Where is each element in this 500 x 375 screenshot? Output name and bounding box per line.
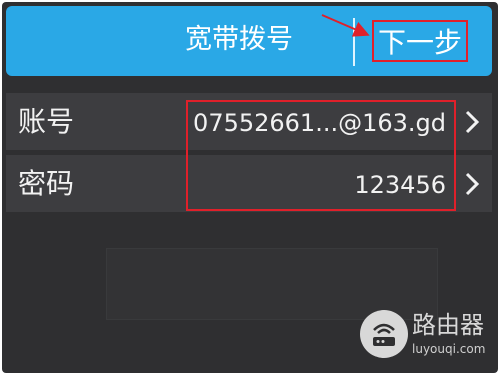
account-label: 账号 xyxy=(18,105,75,138)
account-value: 07552661...@163.gd xyxy=(193,109,446,137)
chevron-right-icon xyxy=(465,172,480,196)
watermark-logo: 路由器 luyouqi.com xyxy=(352,306,494,368)
chevron-right-icon xyxy=(465,110,480,134)
password-row[interactable]: 密码 123456 xyxy=(6,155,492,212)
router-logo-icon xyxy=(360,310,408,358)
header-divider xyxy=(353,18,355,66)
next-step-button[interactable]: 下一步 xyxy=(372,20,468,62)
watermark-name: 路由器 xyxy=(412,311,484,339)
password-label: 密码 xyxy=(18,167,75,200)
watermark-url: luyouqi.com xyxy=(412,342,486,356)
title-bar: 宽带拨号 下一步 xyxy=(6,6,492,76)
account-row[interactable]: 账号 07552661...@163.gd xyxy=(6,93,492,150)
password-value: 123456 xyxy=(354,171,446,199)
page-title: 宽带拨号 xyxy=(185,24,293,55)
